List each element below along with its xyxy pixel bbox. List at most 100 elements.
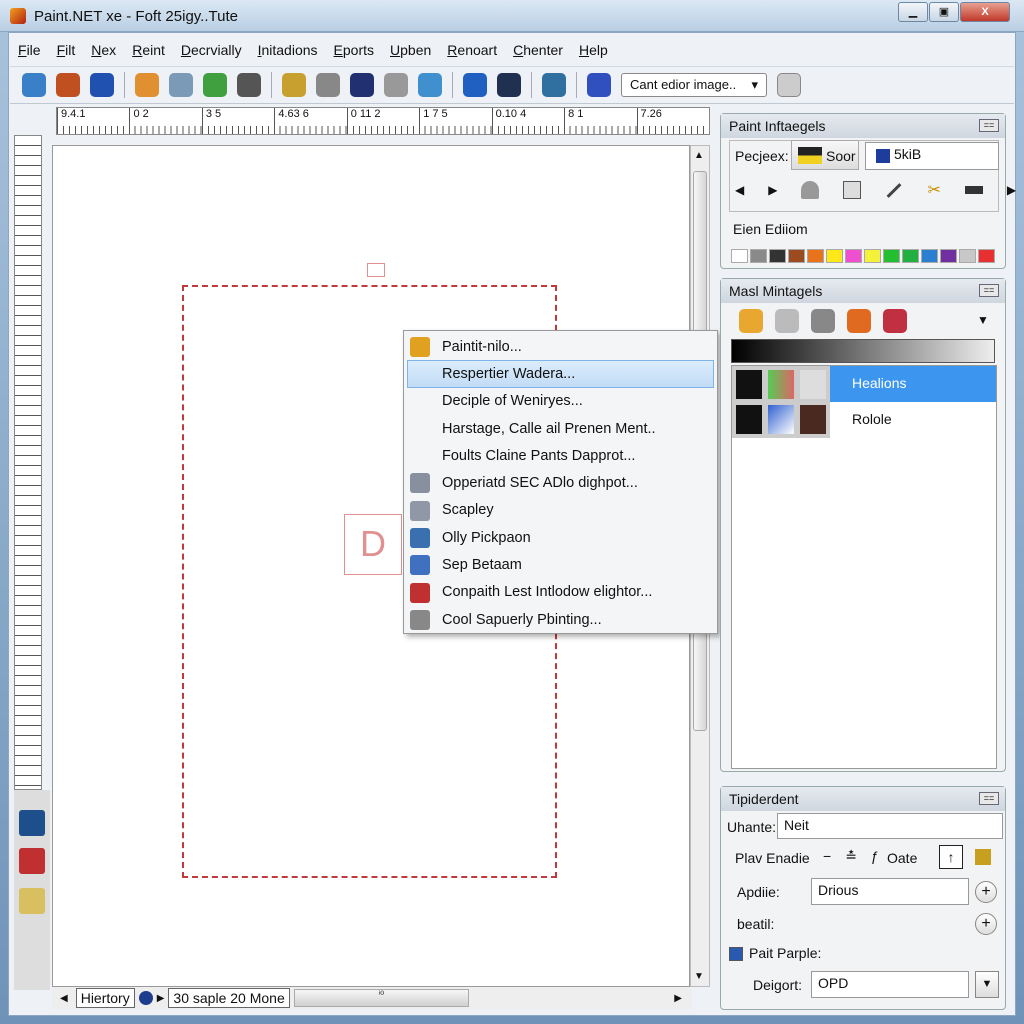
bar-icon[interactable] (964, 186, 983, 194)
minus-icon[interactable]: − (823, 848, 831, 865)
color-swatch[interactable] (883, 249, 900, 263)
play-icon[interactable]: ▶ (768, 183, 777, 197)
left-arrow-icon[interactable]: ◀ (56, 993, 72, 1004)
add-button-2[interactable]: + (975, 913, 997, 935)
menu-initadions[interactable]: Initadions (258, 42, 318, 58)
uhante-input[interactable]: Neit (777, 813, 1003, 839)
menu-renoart[interactable]: Renoart (447, 42, 497, 58)
list-icon[interactable] (843, 181, 862, 199)
menu-upben[interactable]: Upben (390, 42, 431, 58)
context-menu-item[interactable]: Sep Betaam (404, 551, 717, 578)
person-icon[interactable] (135, 73, 159, 97)
folder-icon[interactable] (739, 309, 763, 333)
next-icon[interactable]: ▶ (1007, 183, 1016, 197)
layers-icon[interactable] (237, 73, 261, 97)
menu-help[interactable]: Help (579, 42, 608, 58)
context-menu-item[interactable]: Deciple of Weniryes... (404, 388, 717, 415)
film-icon[interactable] (350, 73, 374, 97)
panel-menu-icon[interactable]: == (979, 284, 999, 297)
sphere-icon[interactable] (90, 73, 114, 97)
soor-button[interactable]: Soor (791, 140, 859, 170)
close-button[interactable]: X (960, 2, 1010, 22)
pen-icon[interactable] (418, 73, 442, 97)
menu-nex[interactable]: Nex (91, 42, 116, 58)
horizontal-scroll-thumb[interactable]: ⁱ⁰ (293, 989, 469, 1007)
tools-icon[interactable] (384, 73, 408, 97)
dropdown-icon[interactable]: ▼ (977, 313, 989, 327)
deigon-dropdown-icon[interactable]: ▼ (975, 971, 999, 998)
menu-file[interactable]: File (18, 42, 41, 58)
disc-icon[interactable] (463, 73, 487, 97)
deigon-select[interactable]: OPD (811, 971, 969, 998)
scroll-right-icon[interactable]: ▶ (674, 993, 692, 1004)
gradient-bar[interactable] (731, 339, 995, 363)
equal-icon[interactable]: ≛ (845, 848, 857, 865)
pencil-icon[interactable] (56, 73, 80, 97)
color-swatch[interactable] (978, 249, 995, 263)
context-menu-item[interactable]: Conpaith Lest Intlodow elightor... (404, 579, 717, 606)
color-swatch[interactable] (750, 249, 767, 263)
globe-icon[interactable] (138, 991, 153, 1005)
merge-icon[interactable] (811, 309, 835, 333)
scissors-icon[interactable]: ✂ (927, 180, 940, 200)
menu-decrvially[interactable]: Decrvially (181, 42, 242, 58)
color-swatch[interactable] (845, 249, 862, 263)
panel-menu-icon[interactable]: == (979, 119, 999, 132)
zoom-select[interactable]: Cant edior image.. ▾ (621, 73, 767, 97)
color-swatch[interactable] (864, 249, 881, 263)
context-menu-item[interactable]: Opperiatd SEC ADlo dighpot... (404, 469, 717, 496)
maximize-button[interactable]: ▣ (929, 2, 959, 22)
scroll-down-icon[interactable]: ▼ (694, 971, 704, 982)
preview-icon[interactable] (777, 73, 801, 97)
context-menu-item[interactable]: Olly Pickpaon (404, 524, 717, 551)
history-tab[interactable]: Hiertory (75, 988, 135, 1008)
color-swatch[interactable] (807, 249, 824, 263)
color-swatch[interactable] (826, 249, 843, 263)
context-menu-item[interactable]: Respertier Wadera... (407, 360, 714, 388)
context-menu-item[interactable]: Foults Claine Pants Dapprot... (404, 442, 717, 469)
prev-icon[interactable]: ◀ (735, 183, 744, 197)
panel-menu-icon[interactable]: == (979, 792, 999, 805)
scroll-up-icon[interactable]: ▲ (694, 150, 704, 161)
monitor-icon[interactable] (587, 73, 611, 97)
menu-eports[interactable]: Eports (334, 42, 374, 58)
stamp-icon[interactable] (801, 181, 820, 199)
shield-tool-icon[interactable] (19, 810, 45, 836)
context-menu-item[interactable]: Harstage, Calle ail Prenen Ment.. (404, 415, 717, 442)
brush-icon[interactable] (22, 73, 46, 97)
context-menu-item[interactable]: Paintit-nilo... (404, 333, 717, 360)
color-swatch[interactable] (731, 249, 748, 263)
menu-filt[interactable]: Filt (57, 42, 76, 58)
spray-icon[interactable] (169, 73, 193, 97)
italic-icon[interactable]: ƒ (871, 848, 879, 865)
color-swatch[interactable] (940, 249, 957, 263)
bucket-icon[interactable] (203, 73, 227, 97)
effects-icon[interactable] (883, 309, 907, 333)
pen-icon[interactable] (887, 182, 902, 198)
pen-tool-icon[interactable] (19, 888, 45, 914)
chart-icon[interactable] (542, 73, 566, 97)
portrait-icon[interactable] (497, 73, 521, 97)
film-tool-icon[interactable] (19, 848, 45, 874)
minimize-button[interactable]: ▁ (898, 2, 928, 22)
context-menu-item[interactable]: Cool Sapuerly Pbinting... (404, 606, 717, 633)
up-arrow-button[interactable]: ↑ (939, 845, 963, 869)
wrench-icon[interactable] (316, 73, 340, 97)
right-arrow-icon[interactable]: ▶ (157, 993, 165, 1004)
star-icon[interactable] (975, 849, 991, 865)
add-button[interactable]: + (975, 881, 997, 903)
duplicate-icon[interactable] (775, 309, 799, 333)
color-swatch[interactable] (902, 249, 919, 263)
size-field[interactable]: 5kiB (865, 142, 999, 170)
color-swatch[interactable] (959, 249, 976, 263)
color-swatch[interactable] (769, 249, 786, 263)
color-swatch[interactable] (788, 249, 805, 263)
checkbox[interactable] (729, 947, 743, 961)
menu-chenter[interactable]: Chenter (513, 42, 563, 58)
grid-icon[interactable] (847, 309, 871, 333)
context-menu-item[interactable]: Scapley (404, 497, 717, 524)
apdie-input[interactable]: Drious (811, 878, 969, 905)
menu-reint[interactable]: Reint (132, 42, 165, 58)
color-swatch[interactable] (921, 249, 938, 263)
magnifier-icon[interactable] (282, 73, 306, 97)
